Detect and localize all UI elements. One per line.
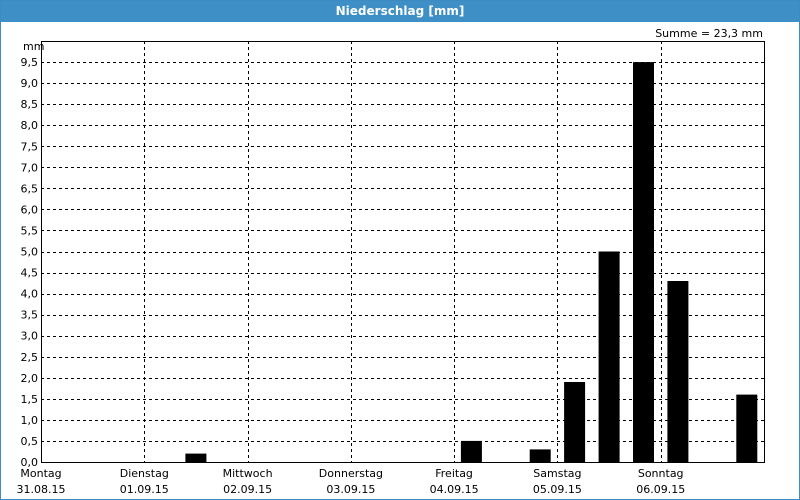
precipitation-bar [736,394,758,462]
x-tick-date-label: 06.09.15 [636,483,685,496]
y-tick-label: 3,0 [21,330,39,343]
precipitation-bar [598,251,620,462]
precipitation-bar [564,382,586,462]
y-tick-label: 3,5 [21,309,39,322]
x-tick-day-label: Freitag [435,467,473,480]
y-tick-label: 4,0 [21,288,39,301]
bars [185,62,758,462]
precipitation-bar [667,281,689,462]
x-tick-day-label: Montag [20,467,61,480]
x-tick-date-label: 04.09.15 [430,483,479,496]
y-tick-label: 2,5 [21,351,39,364]
sum-label: Summe = 23,3 mm [655,27,763,40]
window-title: Niederschlag [mm] [1,1,799,22]
x-tick-day-label: Dienstag [120,467,169,480]
x-tick-day-label: Sonntag [638,467,684,480]
x-tick-day-label: Samstag [533,467,581,480]
x-tick-day-label: Mittwoch [223,467,273,480]
y-tick-label: 1,5 [21,393,39,406]
precipitation-bar [529,449,551,462]
x-tick-date-label: 05.09.15 [533,483,582,496]
y-tick-label: 6,5 [21,182,39,195]
y-tick-label: 9,5 [21,56,39,69]
chart-window: Niederschlag [mm] Summe = 23,3 mm mm 0,0… [0,0,800,500]
precipitation-bar [633,62,654,462]
x-tick-date-label: 03.09.15 [326,483,375,496]
y-tick-label: 6,0 [21,203,39,216]
y-tick-label: 5,5 [21,224,39,237]
y-tick-label: 8,0 [21,119,39,132]
grid-lines [41,41,764,462]
x-axis-ticks: Montag 31.08.15 Dienstag 01.09.15 Mittwoch 02… [17,467,686,496]
y-tick-label: 2,0 [21,372,39,385]
y-tick-label: 0,5 [21,435,39,448]
precipitation-chart: Summe = 23,3 mm mm 0,00,51,01,52,02,53,0… [17,27,765,496]
y-tick-label: 1,0 [21,414,39,427]
x-tick-date-label: 31.08.15 [17,483,66,496]
y-tick-label: 4,5 [21,267,39,280]
y-tick-label: 7,5 [21,140,39,153]
y-tick-label: 7,0 [21,161,39,174]
x-tick-day-label: Donnerstag [319,467,383,480]
y-tick-label: 9,0 [21,77,39,90]
precipitation-bar [460,440,482,462]
x-tick-date-label: 01.09.15 [120,483,169,496]
x-tick-date-label: 02.09.15 [223,483,272,496]
y-axis-ticks: 0,00,51,01,52,02,53,03,54,04,55,05,56,06… [21,56,39,469]
precipitation-bar [185,453,207,462]
y-tick-label: 5,0 [21,246,39,259]
y-tick-label: 8,5 [21,98,39,111]
